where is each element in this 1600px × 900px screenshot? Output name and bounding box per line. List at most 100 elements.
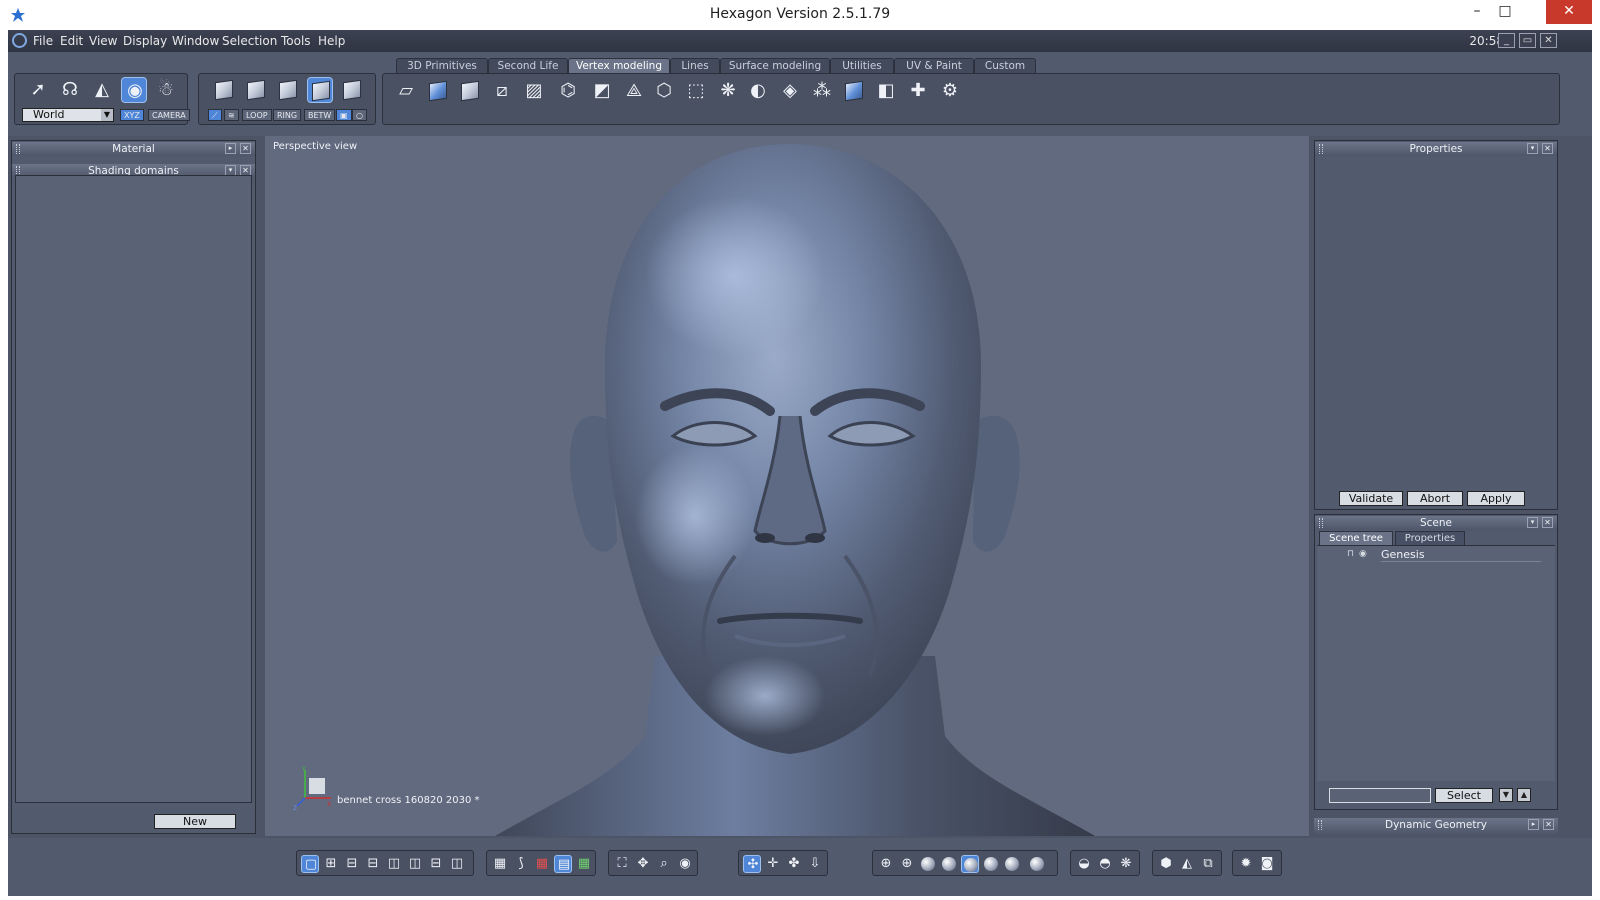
- tab-scene-tree[interactable]: Scene tree: [1319, 531, 1393, 545]
- circle-select-icon[interactable]: ○: [352, 109, 367, 121]
- sculpt-tool[interactable]: [841, 78, 867, 104]
- object-mode-button[interactable]: [211, 77, 237, 103]
- layout-vertical-button[interactable]: ◫: [448, 855, 466, 873]
- brush-select-icon[interactable]: ≋: [224, 109, 239, 121]
- grip-icon[interactable]: [1319, 144, 1323, 154]
- layout-right-button[interactable]: ◫: [406, 855, 424, 873]
- grid-select-icon[interactable]: ▣: [336, 109, 352, 121]
- scale-manipulator-button[interactable]: ⇩: [806, 855, 824, 873]
- shell-tool[interactable]: ◧: [873, 78, 899, 104]
- box-display-button[interactable]: ⬢: [1157, 855, 1175, 873]
- dynamic-geometry-header[interactable]: Dynamic Geometry ▸ ✕: [1314, 818, 1558, 834]
- menu-selection[interactable]: Selection: [222, 34, 277, 48]
- grip-icon[interactable]: [16, 144, 20, 154]
- properties-header[interactable]: Properties ▾ ✕: [1315, 142, 1557, 156]
- ring-button[interactable]: RING: [273, 109, 302, 121]
- doc-close-icon[interactable]: ✕: [1540, 33, 1557, 48]
- rotate-manipulator-button[interactable]: ✤: [785, 855, 803, 873]
- collapse-icon[interactable]: ▾: [1527, 517, 1538, 528]
- layout-single-button[interactable]: ▢: [301, 855, 319, 873]
- pick-icon[interactable]: ⟋: [208, 109, 222, 121]
- betw-button[interactable]: BETW: [304, 109, 336, 121]
- look-button[interactable]: ◉: [676, 855, 694, 873]
- tab-surface-modeling[interactable]: Surface modeling: [720, 58, 830, 73]
- universal-manipulator-button[interactable]: ✣: [743, 855, 761, 873]
- texture-shading-button[interactable]: [1003, 855, 1021, 873]
- pan-button[interactable]: ✥: [634, 855, 652, 873]
- grip-icon[interactable]: [1318, 820, 1322, 830]
- menu-edit[interactable]: Edit: [60, 34, 83, 48]
- wire-hidden-button[interactable]: ⊕: [898, 855, 916, 873]
- inset-tool[interactable]: ▨: [521, 78, 547, 104]
- smooth-tool[interactable]: ◩: [589, 78, 615, 104]
- coord-space-select[interactable]: World ▼: [22, 108, 114, 122]
- tab-lines[interactable]: Lines: [670, 58, 720, 73]
- doc-minimize-icon[interactable]: _: [1498, 33, 1515, 48]
- tab-scene-properties[interactable]: Properties: [1395, 531, 1465, 545]
- expand-icon[interactable]: ▸: [225, 143, 236, 154]
- tab-uv-paint[interactable]: UV & Paint: [894, 58, 974, 73]
- smooth-shading-button[interactable]: [961, 855, 979, 873]
- wireframe-button[interactable]: ⊕: [877, 855, 895, 873]
- layout-horizontal-button[interactable]: ⊟: [427, 855, 445, 873]
- auto-mode-button[interactable]: [339, 77, 365, 103]
- smooth-wire-button[interactable]: [982, 855, 1000, 873]
- lasso-tool[interactable]: ☊: [57, 77, 83, 103]
- shadow-button[interactable]: ◒: [1075, 855, 1093, 873]
- tesselate-tool[interactable]: ⌬: [555, 78, 581, 104]
- fit-view-button[interactable]: ⛶: [613, 855, 631, 873]
- flat-shading-button[interactable]: [919, 855, 937, 873]
- move-manipulator-button[interactable]: ✛: [764, 855, 782, 873]
- loop-button[interactable]: LOOP: [242, 109, 272, 121]
- floor-grid-button[interactable]: ▤: [554, 855, 572, 873]
- tab-vertex-modeling[interactable]: Vertex modeling: [568, 58, 670, 73]
- apply-button[interactable]: Apply: [1467, 491, 1525, 506]
- symmetry-tool[interactable]: ❋: [715, 78, 741, 104]
- flip-tool[interactable]: ◈: [777, 78, 803, 104]
- select-arrow-tool[interactable]: ➚: [25, 77, 51, 103]
- doc-restore-icon[interactable]: ▭: [1519, 33, 1536, 48]
- chamfer-tool[interactable]: [457, 78, 483, 104]
- perspective-viewport[interactable]: Perspective view Y X Z bennet cross 1608…: [265, 136, 1309, 836]
- vertex-mode-button[interactable]: [307, 77, 333, 103]
- validate-button[interactable]: Validate: [1339, 491, 1403, 506]
- grid-toggle-button[interactable]: ▦: [491, 855, 509, 873]
- scene-tree[interactable]: ⊓ ◉ Genesis: [1317, 545, 1555, 781]
- multi-display-button[interactable]: ⧉: [1199, 855, 1217, 873]
- material-panel-header[interactable]: Material ▸ ✕: [12, 142, 255, 156]
- zoom-button[interactable]: ⌕: [655, 855, 673, 873]
- tab-utilities[interactable]: Utilities: [830, 58, 894, 73]
- expand-icon[interactable]: ▸: [1528, 819, 1539, 830]
- render-shading-button[interactable]: [1028, 855, 1046, 873]
- close-icon[interactable]: ✕: [1543, 819, 1554, 830]
- tab-3d-primitives[interactable]: 3D Primitives: [396, 58, 488, 73]
- lock-icon[interactable]: ⊓: [1347, 549, 1354, 559]
- xyz-toggle[interactable]: XYZ: [120, 109, 144, 121]
- bevel-tool[interactable]: [425, 78, 451, 104]
- weld-tool[interactable]: ⬡: [651, 78, 677, 104]
- layout-left-button[interactable]: ◫: [385, 855, 403, 873]
- select-input[interactable]: [1329, 788, 1431, 803]
- layout-three-button[interactable]: ⊟: [343, 855, 361, 873]
- tree-item-genesis[interactable]: Genesis: [1381, 548, 1541, 562]
- chevron-up-icon[interactable]: ▲: [1517, 788, 1531, 802]
- tab-second-life[interactable]: Second Life: [488, 58, 568, 73]
- green-grid-button[interactable]: ▦: [575, 855, 593, 873]
- paint-select-tool[interactable]: ◭: [89, 77, 115, 103]
- head-model[interactable]: [265, 136, 1309, 836]
- knife-tool[interactable]: ⟁: [621, 78, 647, 104]
- window-close-button[interactable]: ✕: [1546, 0, 1592, 24]
- shading-domains-list[interactable]: [15, 175, 252, 803]
- color-grid-button[interactable]: ▦: [533, 855, 551, 873]
- remove-point-tool[interactable]: ⚙: [937, 78, 963, 104]
- menu-view[interactable]: View: [89, 34, 117, 48]
- abort-button[interactable]: Abort: [1407, 491, 1463, 506]
- layout-quad-button[interactable]: ⊞: [322, 855, 340, 873]
- mirror-tool[interactable]: ◐: [745, 78, 771, 104]
- menu-tools[interactable]: Tools: [281, 34, 311, 48]
- chevron-down-icon[interactable]: ▼: [1499, 788, 1513, 802]
- snapshot-button[interactable]: ◙: [1258, 855, 1276, 873]
- menu-window[interactable]: Window: [172, 34, 219, 48]
- add-point-tool[interactable]: ✚: [905, 78, 931, 104]
- window-maximize-button[interactable]: □: [1490, 0, 1520, 24]
